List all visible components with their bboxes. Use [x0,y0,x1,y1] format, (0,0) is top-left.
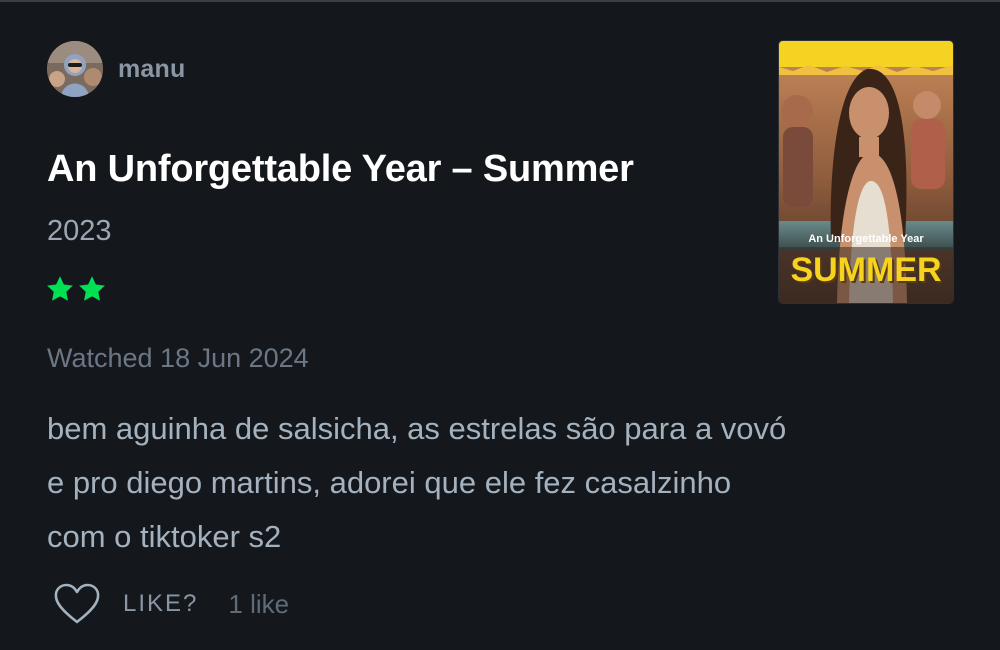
username[interactable]: manu [118,55,185,84]
like-row: LIKE? 1 like [53,582,289,626]
film-year[interactable]: 2023 [47,215,112,248]
review-line: e pro diego martins, adorei que ele fez … [47,465,732,500]
avatar[interactable] [47,41,103,97]
film-poster[interactable]: An Unforgettable Year SUMMER [778,40,954,304]
avatar-image [47,41,103,97]
review-line: bem aguinha de salsicha, as estrelas são… [47,411,787,446]
review-text: bem aguinha de salsicha, as estrelas são… [47,402,947,564]
top-divider [0,0,1000,2]
film-title[interactable]: An Unforgettable Year – Summer [47,148,634,191]
rating-stars [45,274,107,308]
star-icon [79,276,105,301]
review-line: com o tiktoker s2 [47,519,282,554]
heart-icon[interactable] [53,582,101,626]
star-icon [47,276,73,301]
poster-title-big: SUMMER [790,251,942,289]
like-button[interactable]: LIKE? [123,590,198,618]
poster-title-small: An Unforgettable Year [808,233,924,245]
like-count[interactable]: 1 like [228,589,289,620]
watched-date: Watched 18 Jun 2024 [47,343,309,373]
